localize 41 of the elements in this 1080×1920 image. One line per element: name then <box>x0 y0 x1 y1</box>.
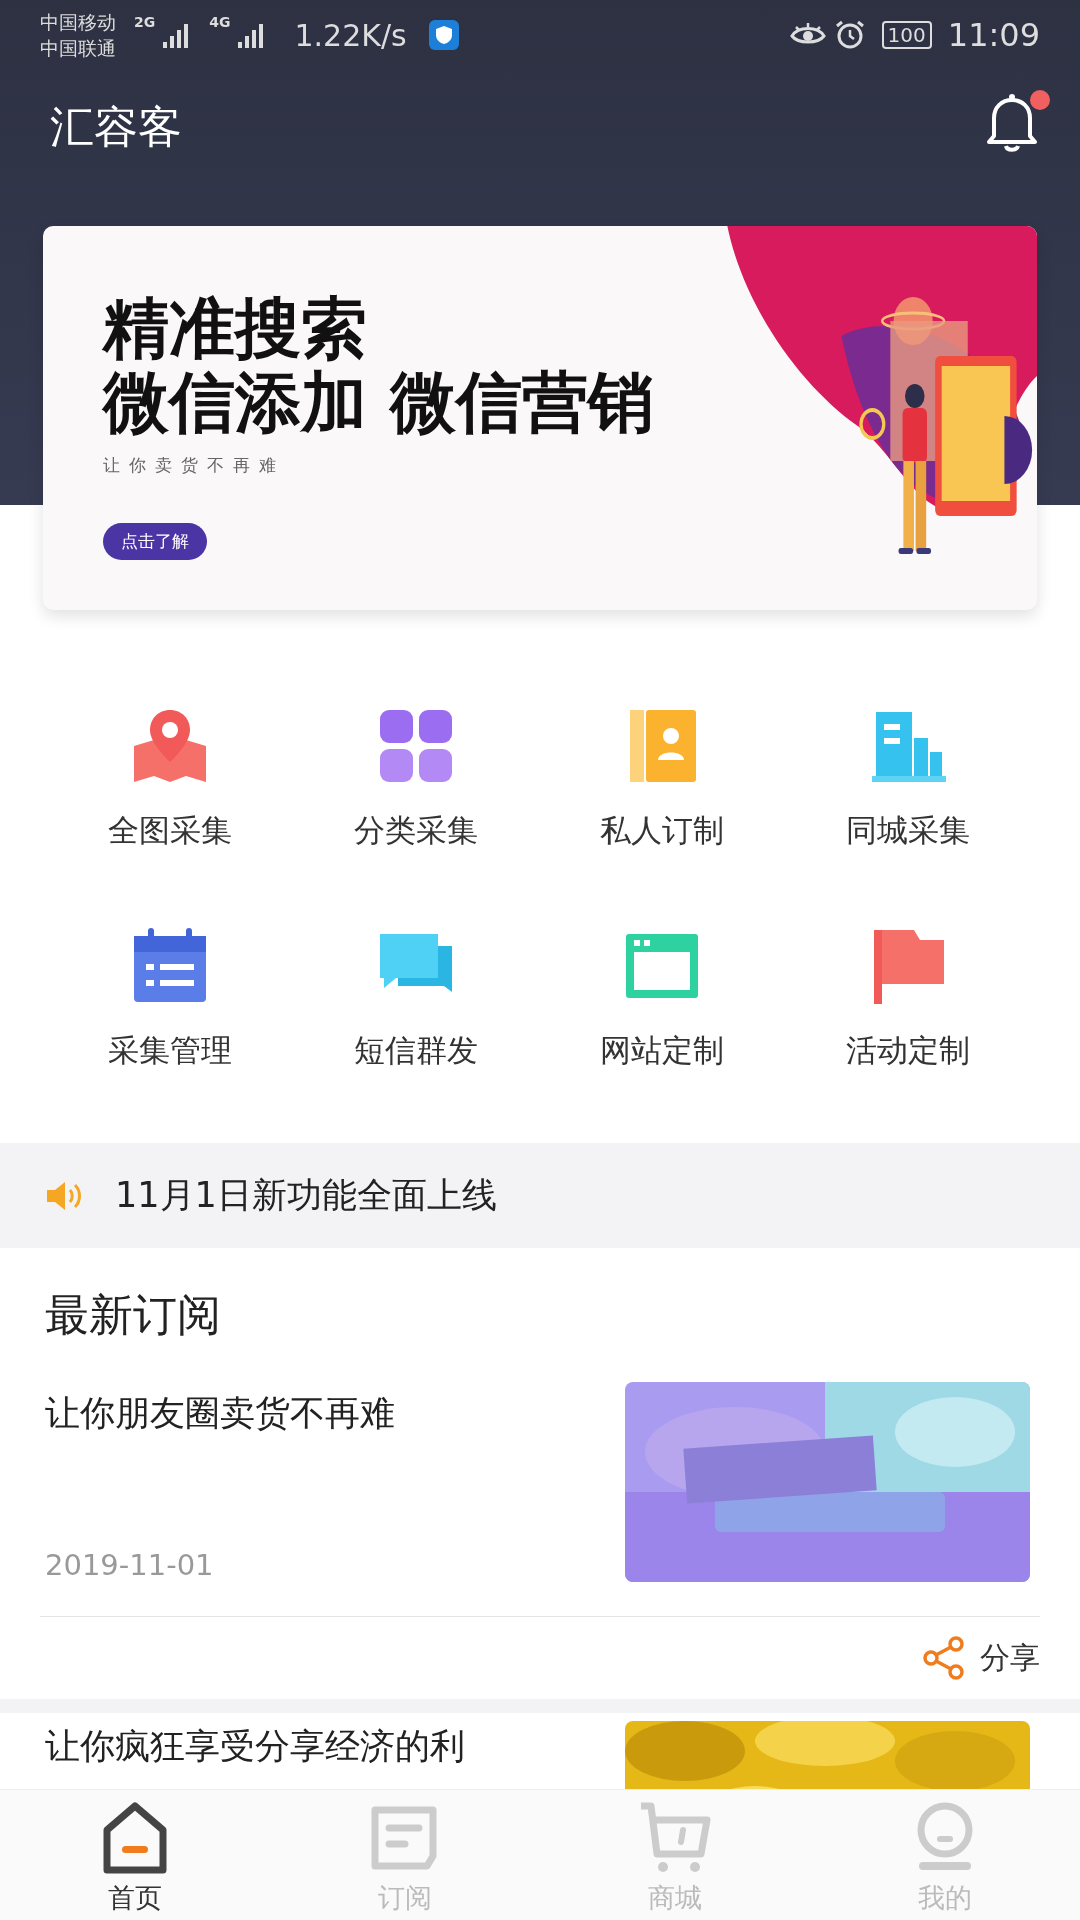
feature-label: 分类采集 <box>354 811 478 850</box>
notice-bar[interactable]: 11月1日新功能全面上线 <box>0 1143 1080 1248</box>
learn-more-button[interactable]: 点击了解 <box>103 523 207 560</box>
share-icon <box>922 1636 966 1680</box>
section-title: 最新订阅 <box>44 1288 222 1342</box>
network-type: 2G <box>134 14 156 30</box>
feature-label: 私人订制 <box>600 811 724 850</box>
shield-icon <box>428 20 459 50</box>
nav-tab[interactable]: 首页 <box>0 1790 270 1920</box>
battery-level: 100 <box>881 21 932 49</box>
article-title: 让你疯狂享受分享经济的利 <box>45 1725 465 1768</box>
feature-item[interactable]: 同城采集 <box>785 700 1031 920</box>
feature-item[interactable]: 私人订制 <box>539 700 785 920</box>
banner-headline: 精准搜索 <box>103 292 367 366</box>
feature-label: 短信群发 <box>354 1031 478 1070</box>
article-date: 2019-11-01 <box>45 1548 215 1582</box>
banner-headline: 微信添加 微信营销 <box>103 366 654 440</box>
app-title: 汇容客 <box>50 100 182 154</box>
network-type: 4G <box>209 14 231 30</box>
feature-label: 采集管理 <box>108 1031 232 1070</box>
feature-item[interactable]: 网站定制 <box>539 920 785 1140</box>
promo-banner[interactable]: 精准搜索 微信添加 微信营销 让你卖货不再难 点击了解 <box>43 226 1037 610</box>
network-speed: 1.22K/s <box>294 17 407 53</box>
article-card[interactable]: 让你朋友圈卖货不再难 2019-11-01 <box>0 1354 1080 1616</box>
feature-item[interactable]: 全图采集 <box>47 700 293 920</box>
carrier-name: 中国联通 <box>40 36 116 61</box>
alarm-icon <box>833 19 866 51</box>
feature-item[interactable]: 活动定制 <box>785 920 1031 1140</box>
feature-label: 全图采集 <box>108 811 232 850</box>
feature-item[interactable]: 分类采集 <box>293 700 539 920</box>
share-button[interactable]: 分享 <box>922 1636 1040 1680</box>
feature-label: 活动定制 <box>846 1031 970 1070</box>
clock-time: 11:09 <box>947 16 1040 54</box>
article-title: 让你朋友圈卖货不再难 <box>45 1392 395 1435</box>
feature-label: 同城采集 <box>846 811 970 850</box>
carrier-name: 中国移动 <box>40 10 116 35</box>
feature-item[interactable]: 短信群发 <box>293 920 539 1140</box>
feature-label: 网站定制 <box>600 1031 724 1070</box>
feature-item[interactable]: 采集管理 <box>47 920 293 1140</box>
notice-text: 11月1日新功能全面上线 <box>115 1174 497 1217</box>
banner-subtitle: 让你卖货不再难 <box>103 454 285 477</box>
